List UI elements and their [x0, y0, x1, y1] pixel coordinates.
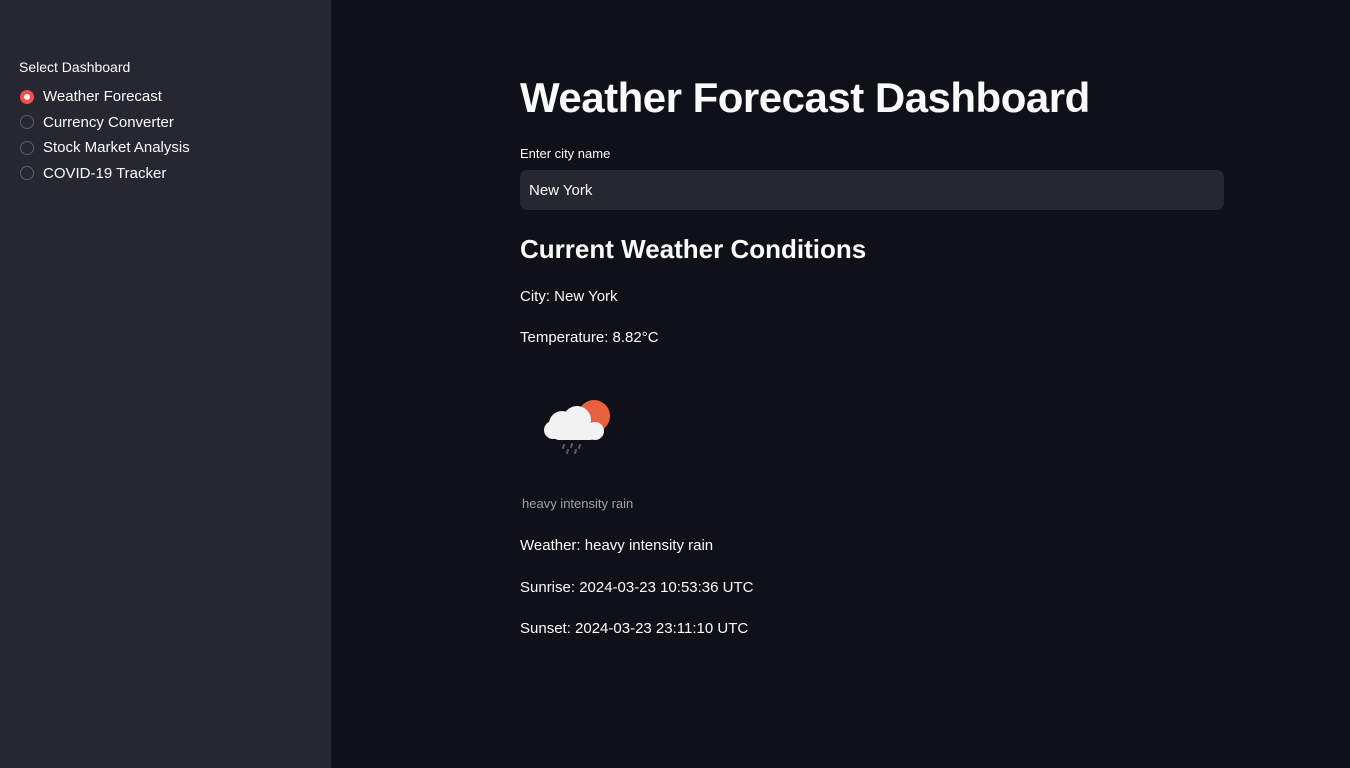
sunrise-text: Sunrise: 2024-03-23 10:53:36 UTC [520, 579, 754, 596]
dashboard-radio-group: Weather Forecast Currency Converter Stoc… [20, 84, 190, 186]
city-text: City: New York [520, 288, 618, 305]
radio-unselected-icon[interactable] [20, 166, 34, 181]
app-root: Select Dashboard Weather Forecast Curren… [0, 0, 1350, 768]
radio-selected-icon[interactable] [20, 89, 34, 104]
page-title: Weather Forecast Dashboard [520, 74, 1090, 121]
radio-option-label: Weather Forecast [43, 88, 162, 106]
sunset-text: Sunset: 2024-03-23 23:11:10 UTC [520, 620, 749, 637]
cloud-sun-rain-icon [544, 400, 610, 454]
radio-option-label: Stock Market Analysis [43, 139, 190, 157]
weather-icon-caption: heavy intensity rain [522, 496, 634, 511]
current-conditions-heading: Current Weather Conditions [520, 234, 867, 264]
radio-unselected-icon[interactable] [20, 140, 34, 155]
city-input-label: Enter city name [520, 146, 611, 161]
temperature-text: Temperature: 8.82°C [520, 329, 659, 346]
radio-unselected-icon[interactable] [20, 115, 34, 130]
radio-option-currency-converter[interactable]: Currency Converter [20, 110, 190, 136]
radio-option-stock-market-analysis[interactable]: Stock Market Analysis [20, 135, 190, 161]
radio-option-label: Currency Converter [43, 113, 174, 131]
sidebar: Select Dashboard Weather Forecast Curren… [0, 0, 331, 768]
radio-option-label: COVID-19 Tracker [43, 164, 167, 182]
city-input[interactable] [520, 170, 1224, 210]
radio-option-covid-tracker[interactable]: COVID-19 Tracker [20, 161, 190, 187]
radio-option-weather-forecast[interactable]: Weather Forecast [20, 84, 190, 110]
weather-description-text: Weather: heavy intensity rain [520, 537, 714, 554]
dashboard-select-label: Select Dashboard [19, 59, 131, 75]
